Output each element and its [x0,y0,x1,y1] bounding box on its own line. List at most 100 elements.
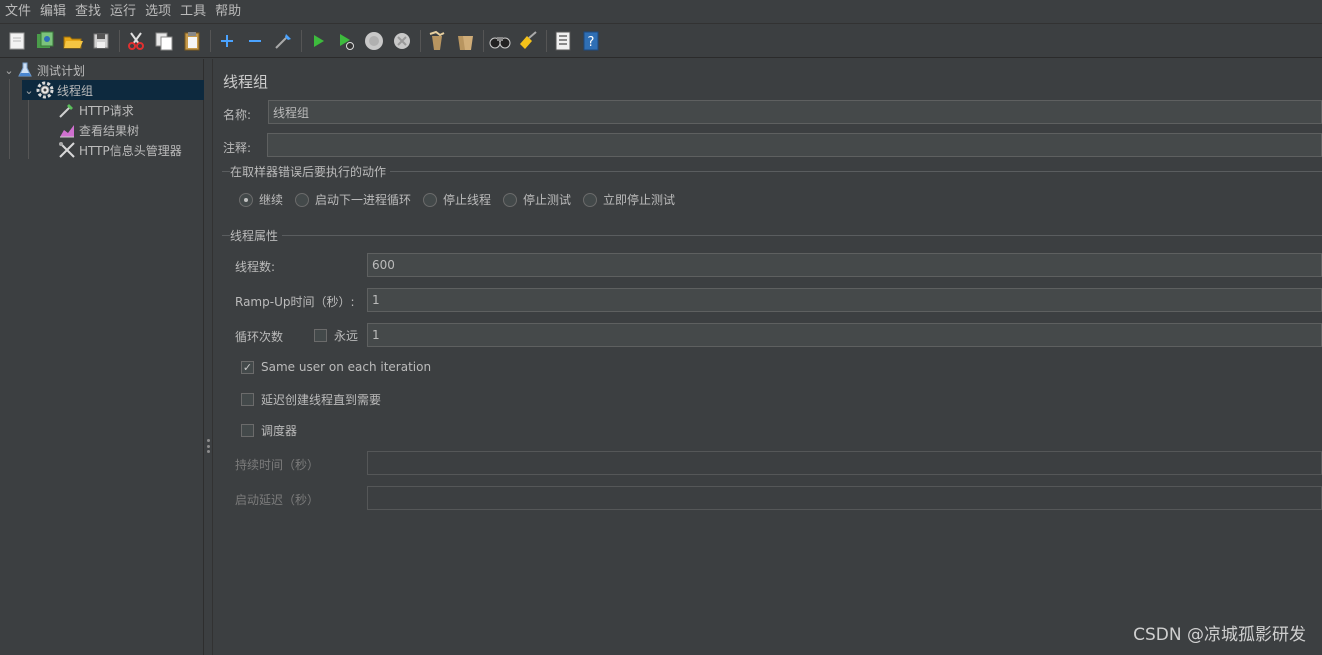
radio-icon[interactable] [583,192,597,207]
save-icon[interactable] [89,29,113,53]
radio-icon[interactable] [503,192,517,207]
panel-splitter[interactable] [204,59,213,655]
open-icon[interactable] [61,29,85,53]
help-icon[interactable]: ? [579,29,603,53]
thread-properties-section-title: 线程属性 [230,227,283,244]
radio-stop-thread[interactable]: 停止线程 [423,191,491,208]
start-icon[interactable] [306,29,330,53]
name-label: 名称: [223,108,252,122]
test-plan-tree: ⌄ 测试计划 ⌄ 线程组 HTTP请求 查看结果树 HTTP信息头管理器 [0,59,204,655]
reset-search-icon[interactable] [516,29,540,53]
radio-label: 立即停止测试 [603,193,676,207]
tree-item-label: 线程组 [57,83,94,98]
splitter-grip-icon[interactable] [207,439,210,453]
name-input[interactable] [268,100,1322,124]
menu-tools[interactable]: 工具 [177,0,212,24]
flask-icon [16,61,34,79]
tree-item-view-results-tree[interactable]: 查看结果树 [58,120,204,140]
tree-item-label: 测试计划 [37,63,86,78]
startup-delay-label: 启动延迟（秒） [235,493,320,507]
watermark: CSDN @凉城孤影研发 [1133,625,1306,645]
start-no-timers-icon[interactable] [334,29,358,53]
pipette-icon [58,101,76,119]
toolbar-separator [420,29,421,52]
scheduler-checkbox[interactable]: 调度器 [241,422,297,439]
search-icon[interactable] [488,29,512,53]
checkbox-icon[interactable] [241,424,254,437]
radio-stop-test[interactable]: 停止测试 [503,191,571,208]
gear-icon [36,81,54,99]
radio-label: 停止线程 [443,193,492,207]
new-icon[interactable] [5,29,29,53]
radio-icon[interactable] [423,192,437,207]
paste-icon[interactable] [180,29,204,53]
tree-item-http-header-manager[interactable]: HTTP信息头管理器 [58,140,204,160]
radio-continue[interactable]: 继续 [239,191,283,208]
forever-checkbox[interactable]: 永远 [314,327,358,344]
clear-icon[interactable] [425,29,449,53]
thread-group-panel: 线程组 名称: 注释: 在取样器错误后要执行的动作 继续 启动下一进程循环 停止… [214,59,1322,655]
tree-item-http-request[interactable]: HTTP请求 [58,100,204,120]
toggle-icon[interactable] [271,29,295,53]
shutdown-icon[interactable] [390,29,414,53]
radio-selected-icon[interactable] [239,192,253,207]
menu-search[interactable]: 查找 [72,0,107,24]
cut-icon[interactable] [124,29,148,53]
loop-count-label: 循环次数 [235,330,284,344]
rampup-input[interactable] [367,288,1322,312]
rampup-label: Ramp-Up时间（秒）: [235,295,355,309]
toolbar-separator [483,29,484,52]
menu-edit[interactable]: 编辑 [37,0,72,24]
stop-icon[interactable] [362,29,386,53]
duration-input[interactable] [367,451,1322,475]
delay-thread-creation-checkbox[interactable]: 延迟创建线程直到需要 [241,391,381,408]
radio-label: 启动下一进程循环 [315,193,412,207]
tree-item-thread-group[interactable]: ⌄ 线程组 [22,80,204,100]
clear-all-icon[interactable] [453,29,477,53]
toolbar-separator [119,29,120,52]
tree-item-label: HTTP信息头管理器 [79,143,182,158]
tree-guide-line [28,99,29,159]
radio-label: 继续 [259,193,284,207]
chevron-down-icon[interactable]: ⌄ [2,64,16,77]
tree-item-test-plan[interactable]: ⌄ 测试计划 [2,60,204,80]
page-title: 线程组 [223,73,269,91]
toolbar-separator [546,29,547,52]
toolbar-separator [210,29,211,52]
checkbox-label: 永远 [334,329,359,343]
menu-options[interactable]: 选项 [142,0,177,24]
menu-file[interactable]: 文件 [2,0,37,24]
checkbox-label: Same user on each iteration [261,360,432,374]
checkbox-label: 延迟创建线程直到需要 [261,393,382,407]
chart-icon [58,121,76,139]
radio-start-next-loop[interactable]: 启动下一进程循环 [295,191,411,208]
tree-item-label: 查看结果树 [79,123,140,138]
checkbox-label: 调度器 [261,424,298,438]
templates-icon[interactable] [33,29,57,53]
duration-label: 持续时间（秒） [235,458,320,472]
loop-count-input[interactable] [367,323,1322,347]
comment-input[interactable] [267,133,1322,157]
tree-guide-line [9,79,10,159]
copy-icon[interactable] [152,29,176,53]
tools-icon [58,141,76,159]
checkbox-icon[interactable] [241,393,254,406]
startup-delay-input[interactable] [367,486,1322,510]
threads-label: 线程数: [235,260,276,274]
collapse-icon[interactable] [243,29,267,53]
radio-label: 停止测试 [523,193,572,207]
function-helper-icon[interactable] [551,29,575,53]
comment-label: 注释: [223,141,252,155]
radio-stop-test-now[interactable]: 立即停止测试 [583,191,675,208]
expand-icon[interactable] [215,29,239,53]
section-divider [222,235,1322,236]
tree-item-label: HTTP请求 [79,103,134,118]
menu-help[interactable]: 帮助 [212,0,247,24]
threads-input[interactable] [367,253,1322,277]
chevron-down-icon[interactable]: ⌄ [22,84,36,97]
menu-run[interactable]: 运行 [107,0,142,24]
radio-icon[interactable] [295,192,309,207]
same-user-checkbox[interactable]: ✓ Same user on each iteration [241,360,431,374]
checkmark-icon[interactable]: ✓ [241,360,254,374]
checkbox-icon[interactable] [314,329,327,342]
